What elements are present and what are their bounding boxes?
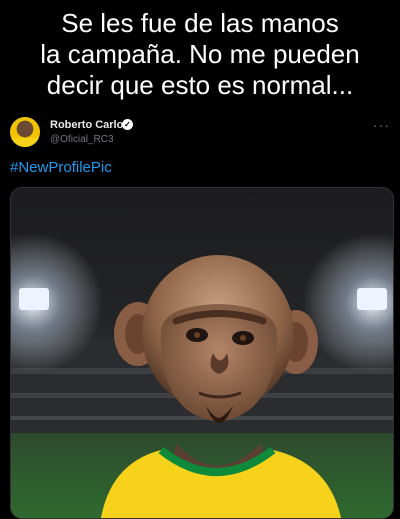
user-name[interactable]: Roberto Carlos [50, 119, 129, 131]
meme-caption: Se les fue de las manos la campaña. No m… [0, 8, 400, 101]
avatar[interactable] [10, 117, 40, 147]
tweet-media-image[interactable] [10, 187, 394, 519]
verified-badge-icon: ✓ [122, 119, 133, 130]
floodlight-left [19, 288, 49, 310]
user-handle[interactable]: @Oficial_RC3 [50, 134, 114, 145]
caption-line-1: Se les fue de las manos [61, 8, 339, 38]
floodlight-right [357, 288, 387, 310]
caption-line-2: la campaña. No me pueden [40, 39, 360, 69]
stadium-monkey-illustration [11, 233, 393, 518]
caption-line-3: decir que esto es normal... [46, 70, 354, 100]
hashtag-link[interactable]: #NewProfilePic [10, 159, 112, 176]
tweet-header: Roberto Carlos ✓ @Oficial_RC3 ··· [10, 117, 390, 151]
more-options-icon[interactable]: ··· [373, 117, 390, 133]
